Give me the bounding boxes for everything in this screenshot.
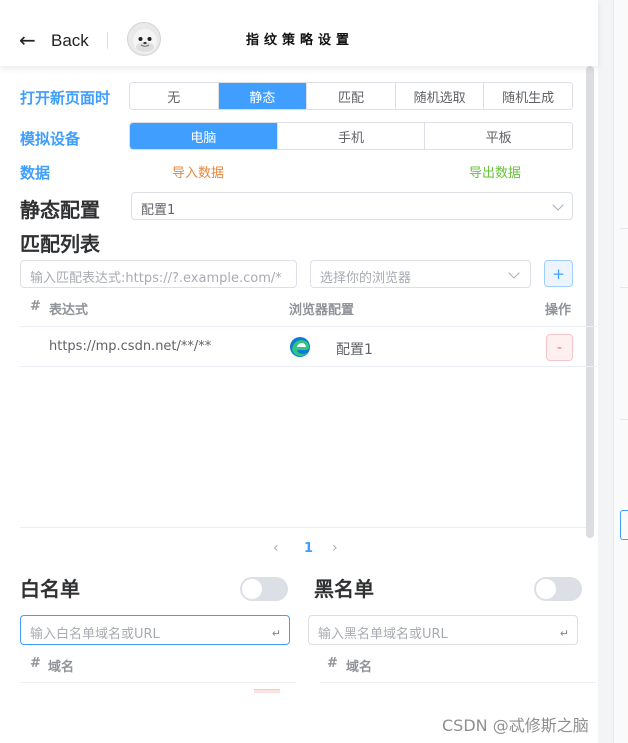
background-button[interactable]	[620, 510, 628, 540]
resize-handle-icon[interactable]: ↵	[272, 627, 281, 640]
chevron-down-icon	[508, 267, 520, 279]
static-config-heading: 静态配置	[20, 198, 100, 222]
static-config-select[interactable]: 配置1	[131, 192, 573, 220]
whitelist-placeholder: 输入白名单域名或URL	[30, 627, 160, 642]
page-header: ← Back 指纹策略设置	[0, 0, 598, 66]
table-bottom-divider	[20, 527, 586, 528]
toggle-knob	[536, 579, 556, 599]
whitelist-input[interactable]: 输入白名单域名或URL ↵	[20, 615, 290, 645]
device-option-tablet[interactable]: 平板	[424, 123, 572, 149]
panel-scrollbar[interactable]	[586, 66, 594, 538]
whitelist-header-index: #	[30, 656, 41, 671]
open-page-option-none[interactable]: 无	[130, 83, 218, 109]
back-arrow-icon[interactable]: ←	[19, 30, 36, 50]
whitelist-toggle[interactable]	[240, 577, 288, 601]
device-segmented: 电脑 手机 平板	[129, 122, 573, 150]
whitelist-header-divider	[20, 682, 296, 683]
data-label: 数据	[20, 164, 51, 182]
blacklist-header-divider	[320, 682, 596, 683]
pagination-next-button[interactable]: ›	[332, 540, 338, 556]
static-config-value: 配置1	[141, 203, 176, 218]
open-page-label: 打开新页面时	[20, 89, 111, 107]
blacklist-heading: 黑名单	[314, 577, 374, 601]
delete-match-button[interactable]: -	[546, 334, 573, 361]
blacklist-header-index: #	[327, 656, 338, 671]
add-match-button[interactable]: +	[544, 260, 573, 287]
toggle-knob	[242, 579, 262, 599]
device-option-pc[interactable]: 电脑	[130, 123, 277, 149]
whitelist-header-domain: 域名	[48, 660, 75, 675]
background-divider	[620, 380, 628, 420]
table-header-index: #	[30, 299, 41, 314]
background-page-scrollbar[interactable]	[613, 0, 628, 743]
blacklist-input[interactable]: 输入黑名单域名或URL ↵	[308, 615, 578, 645]
app-window: ← Back 指纹策略设置 打开新页面时 无 静态 匹配 随机选取 随机生成 模…	[0, 0, 628, 743]
open-page-option-random-generate[interactable]: 随机生成	[483, 83, 572, 109]
open-page-segmented: 无 静态 匹配 随机选取 随机生成	[129, 82, 573, 110]
table-header-expression: 表达式	[49, 303, 89, 318]
import-data-button[interactable]: 导入数据	[172, 162, 224, 181]
page-title: 指纹策略设置	[246, 33, 355, 48]
blacklist-placeholder: 输入黑名单域名或URL	[318, 627, 448, 642]
open-page-option-static[interactable]: 静态	[217, 83, 307, 109]
seal-avatar-icon	[133, 29, 157, 53]
browser-select[interactable]: 选择你的浏览器	[310, 260, 531, 288]
table-header-actions: 操作	[545, 303, 572, 318]
open-page-option-match[interactable]: 匹配	[306, 83, 395, 109]
device-label: 模拟设备	[20, 130, 81, 148]
whitelist-heading: 白名单	[20, 577, 80, 601]
pagination-prev-button[interactable]: ‹	[273, 540, 279, 556]
export-data-button[interactable]: 导出数据	[469, 162, 521, 181]
background-field	[620, 228, 628, 288]
resize-handle-icon[interactable]: ↵	[560, 627, 569, 640]
open-page-option-random-pick[interactable]: 随机选取	[394, 83, 484, 109]
table-header-divider	[20, 326, 596, 327]
row-expression: https://mp.csdn.net/**/**	[49, 339, 212, 354]
pagination-current-page[interactable]: 1	[304, 541, 313, 556]
table-row-divider	[20, 366, 596, 367]
avatar[interactable]	[127, 22, 161, 56]
blacklist-toggle[interactable]	[534, 577, 582, 601]
chevron-down-icon	[552, 199, 564, 211]
browser-select-placeholder: 选择你的浏览器	[320, 271, 412, 286]
header-divider	[107, 32, 108, 49]
watermark-text: CSDN @忒修斯之脑	[442, 716, 589, 735]
match-expression-input[interactable]: 输入匹配表达式:https://?.example.com/*	[20, 260, 297, 288]
whitelist-delete-button[interactable]	[254, 689, 280, 693]
match-list-heading: 匹配列表	[20, 232, 100, 256]
row-config: 配置1	[336, 342, 373, 358]
blacklist-header-domain: 域名	[346, 660, 373, 675]
edge-browser-icon	[290, 337, 310, 357]
match-expression-placeholder: 输入匹配表达式:https://?.example.com/*	[30, 271, 282, 286]
table-header-browser-config: 浏览器配置	[289, 303, 355, 318]
back-button[interactable]: Back	[51, 31, 89, 51]
device-option-phone[interactable]: 手机	[276, 123, 425, 149]
